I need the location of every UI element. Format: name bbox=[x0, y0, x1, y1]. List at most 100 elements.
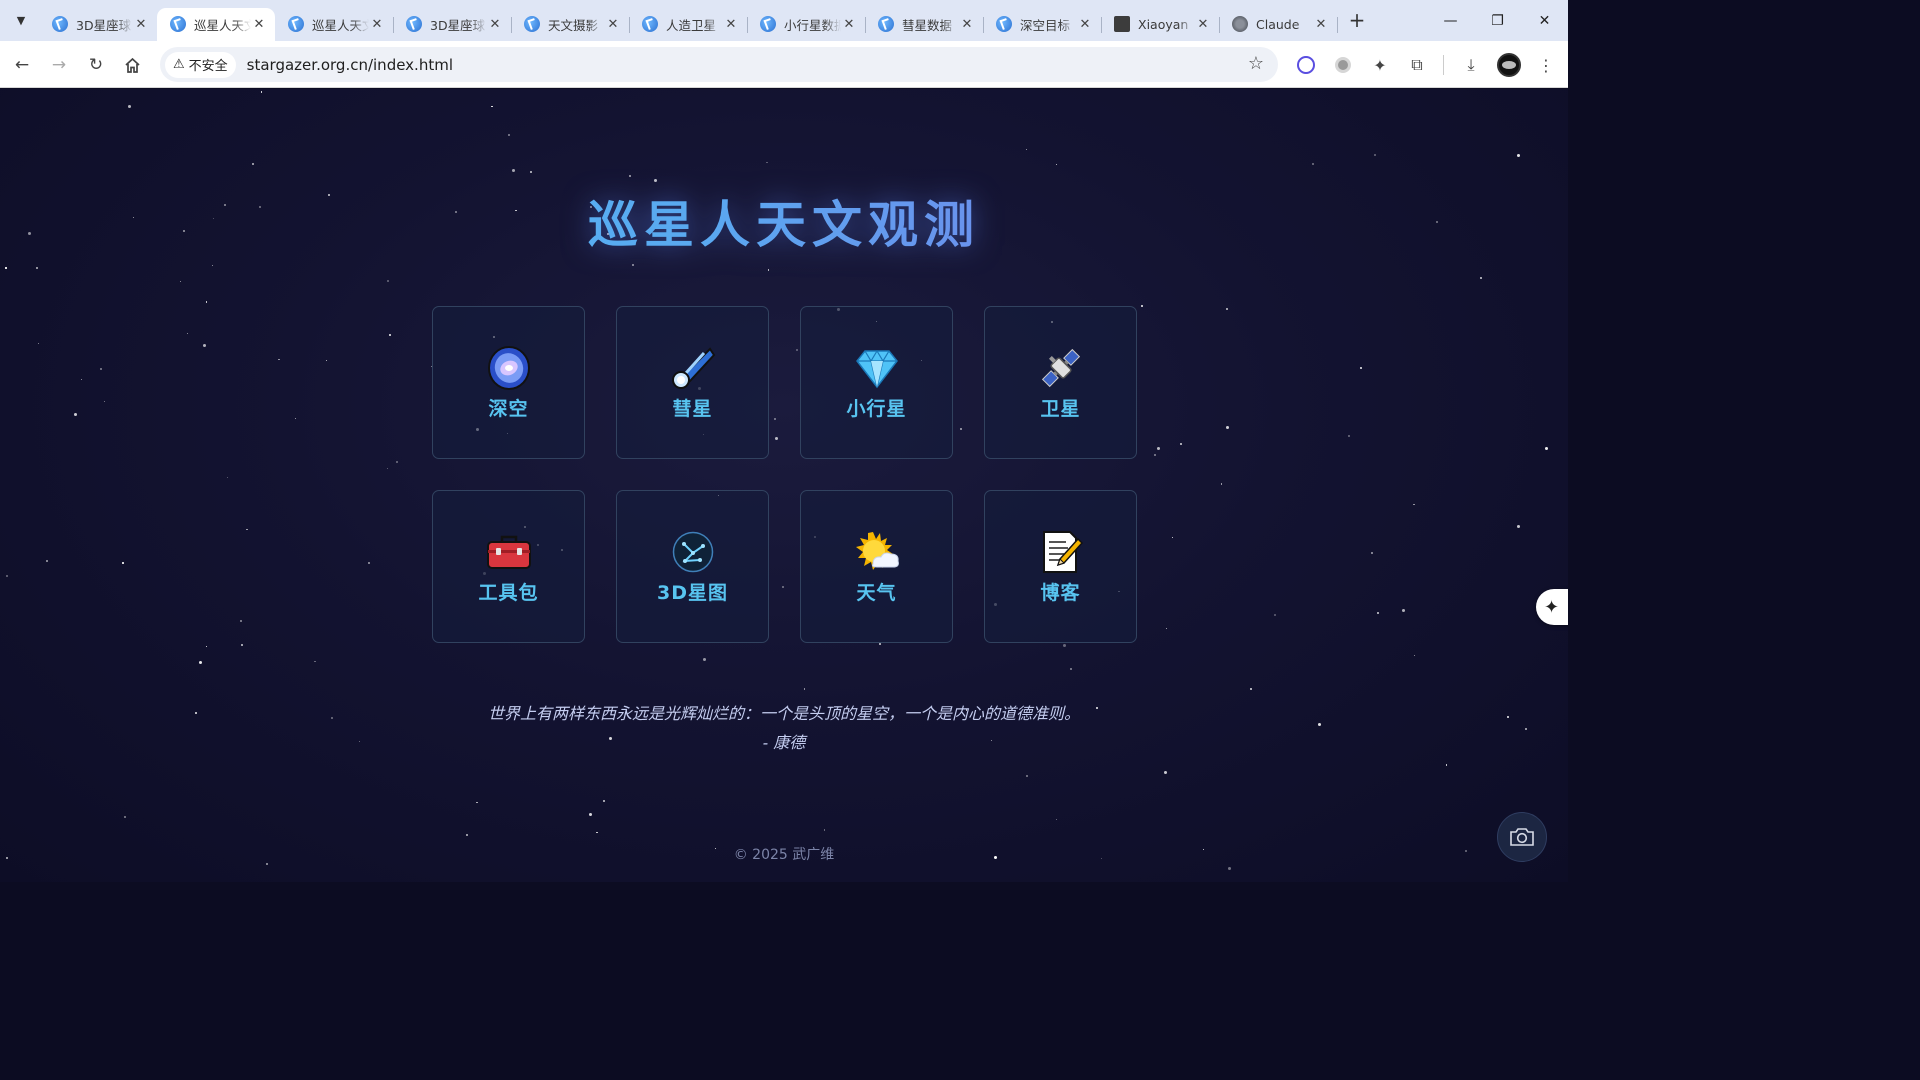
url-text[interactable]: stargazer.org.cn/index.html bbox=[247, 56, 453, 74]
restore-button[interactable]: ❐ bbox=[1474, 0, 1521, 41]
card-label: 博客 bbox=[1040, 582, 1081, 604]
browser-tab-active[interactable]: 巡星人天文观测✕ bbox=[157, 7, 275, 41]
star-dot bbox=[198, 660, 202, 664]
browser-tab[interactable]: 小行星数据 ✕ bbox=[747, 8, 866, 41]
close-tab-icon[interactable]: ✕ bbox=[1195, 17, 1211, 32]
star-dot bbox=[227, 476, 229, 479]
home-button[interactable] bbox=[114, 47, 150, 83]
profile-avatar[interactable] bbox=[1497, 53, 1521, 77]
star-dot bbox=[127, 105, 131, 109]
tab-title: 人造卫星 bbox=[666, 17, 717, 33]
star-dot bbox=[37, 343, 39, 345]
star-dot bbox=[1171, 536, 1173, 538]
star-dot bbox=[99, 368, 102, 371]
star-dot bbox=[1225, 308, 1228, 311]
star-dot bbox=[1445, 764, 1448, 766]
site-favicon-icon bbox=[878, 16, 894, 32]
browser-tab[interactable]: 巡星人天文 ✕ bbox=[275, 8, 394, 41]
star-dot bbox=[1371, 551, 1374, 554]
browser-tab[interactable]: 深空目标 ✕ bbox=[983, 8, 1102, 41]
card-label: 工具包 bbox=[478, 582, 539, 604]
star-dot bbox=[1545, 447, 1549, 451]
star-dot bbox=[1164, 770, 1168, 774]
close-tab-icon[interactable]: ✕ bbox=[959, 17, 975, 32]
card-blog[interactable]: 博客 bbox=[984, 490, 1137, 643]
close-tab-icon[interactable]: ✕ bbox=[605, 17, 621, 32]
close-tab-icon[interactable]: ✕ bbox=[369, 17, 385, 32]
downloads-button[interactable]: ⤓ bbox=[1456, 50, 1486, 80]
minimize-button[interactable]: — bbox=[1427, 0, 1474, 41]
site-favicon-icon bbox=[996, 16, 1012, 32]
ai-sparkle-button[interactable]: ✦ bbox=[1365, 50, 1395, 80]
star-dot bbox=[202, 344, 206, 348]
back-button[interactable]: ← bbox=[4, 47, 40, 83]
star-dot bbox=[1360, 367, 1362, 369]
browser-tab[interactable]: 天文摄影 ✕ bbox=[511, 8, 630, 41]
star-dot bbox=[1154, 453, 1157, 456]
star-dot bbox=[368, 562, 371, 565]
browser-tab[interactable]: Claude ✕ bbox=[1219, 8, 1338, 41]
star-dot bbox=[104, 401, 106, 403]
menu-button[interactable]: ⋮ bbox=[1531, 50, 1561, 80]
star-dot bbox=[325, 360, 328, 362]
card-deep-space[interactable]: 深空 bbox=[432, 306, 585, 459]
close-tab-icon[interactable]: ✕ bbox=[487, 17, 503, 32]
star-dot bbox=[1250, 688, 1253, 691]
site-favicon-icon bbox=[406, 16, 422, 32]
reload-button[interactable]: ↻ bbox=[78, 47, 114, 83]
plus-icon: + bbox=[1348, 7, 1366, 32]
close-tab-icon[interactable]: ✕ bbox=[1077, 17, 1093, 32]
forward-button[interactable]: → bbox=[41, 47, 77, 83]
card-weather[interactable]: 天气 bbox=[800, 490, 953, 643]
star-dot bbox=[251, 163, 254, 166]
close-tab-icon[interactable]: ✕ bbox=[723, 17, 739, 32]
close-icon: ✕ bbox=[1538, 12, 1551, 29]
star-dot bbox=[1226, 425, 1230, 429]
page-title: 巡星人天文观测 bbox=[0, 185, 1568, 257]
close-tab-icon[interactable]: ✕ bbox=[1313, 17, 1329, 32]
quote-text: 世界上有两样东西永远是光辉灿烂的：一个是头顶的星空，一个是内心的道德准则。 bbox=[487, 704, 1080, 723]
tab-search-button[interactable]: ▼ bbox=[7, 7, 35, 35]
site-favicon-icon bbox=[52, 16, 68, 32]
browser-tab[interactable]: Xiaoyan ✕ bbox=[1101, 8, 1220, 41]
screenshot-button[interactable] bbox=[1497, 812, 1547, 862]
card-label: 深空 bbox=[488, 398, 529, 420]
star-dot bbox=[589, 813, 593, 817]
site-favicon-icon bbox=[288, 16, 304, 32]
card-toolbox[interactable]: 工具包 bbox=[432, 490, 585, 643]
card-label: 彗星 bbox=[672, 398, 713, 420]
close-window-button[interactable]: ✕ bbox=[1521, 0, 1568, 41]
site-favicon-icon bbox=[760, 16, 776, 32]
puzzle-icon: ⧉ bbox=[1411, 55, 1423, 74]
security-chip[interactable]: ⚠ 不安全 bbox=[165, 51, 236, 78]
card-asteroid[interactable]: 小行星 bbox=[800, 306, 953, 459]
close-tab-icon[interactable]: ✕ bbox=[133, 17, 149, 32]
card-satellite[interactable]: 卫星 bbox=[984, 306, 1137, 459]
close-tab-icon[interactable]: ✕ bbox=[251, 17, 267, 32]
new-tab-button[interactable]: + bbox=[1343, 7, 1371, 35]
extension-button[interactable] bbox=[1291, 50, 1321, 80]
browser-tab[interactable]: 3D星座球 ✕ bbox=[39, 8, 158, 41]
star-dot bbox=[1063, 644, 1067, 648]
star-dot bbox=[508, 133, 510, 136]
satellite-icon bbox=[1041, 348, 1080, 388]
reload-icon: ↻ bbox=[88, 55, 104, 75]
tab-title: 天文摄影 bbox=[548, 17, 599, 33]
extensions-button[interactable]: ⧉ bbox=[1402, 50, 1432, 80]
kebab-menu-icon: ⋮ bbox=[1538, 55, 1554, 75]
card-comet[interactable]: 彗星 bbox=[616, 306, 769, 459]
star-dot bbox=[1156, 447, 1160, 451]
extension-button[interactable] bbox=[1328, 50, 1358, 80]
card-3d-star-map[interactable]: 3D星图 bbox=[616, 490, 769, 643]
bookmark-star-icon[interactable]: ☆ bbox=[1248, 53, 1264, 74]
side-ai-button[interactable]: ✦ bbox=[1536, 589, 1568, 625]
download-icon: ⤓ bbox=[1467, 55, 1475, 74]
address-bar[interactable]: ⚠ 不安全 stargazer.org.cn/index.html ☆ bbox=[160, 47, 1278, 82]
star-dot bbox=[74, 412, 78, 416]
browser-tab[interactable]: 3D星座球 ✕ bbox=[393, 8, 512, 41]
star-dot bbox=[1517, 154, 1521, 158]
camera-icon bbox=[1510, 828, 1534, 846]
browser-tab[interactable]: 人造卫星 ✕ bbox=[629, 8, 748, 41]
close-tab-icon[interactable]: ✕ bbox=[841, 17, 857, 32]
browser-tab[interactable]: 彗星数据 ✕ bbox=[865, 8, 984, 41]
